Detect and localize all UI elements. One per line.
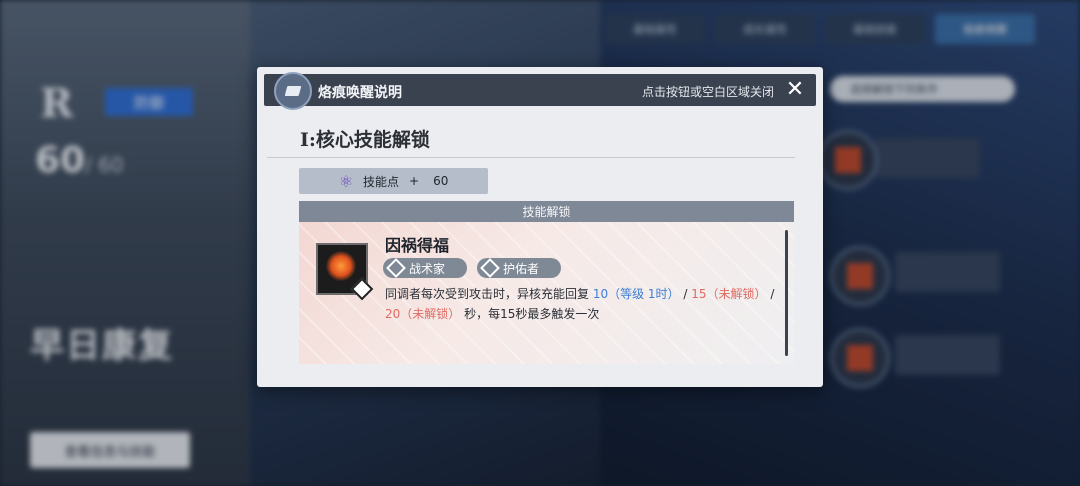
skill-name: 因祸得福	[385, 236, 450, 255]
scrollbar[interactable]	[785, 230, 788, 356]
skill-icon	[316, 243, 374, 301]
skill-point-plus: +	[409, 174, 420, 188]
close-hint: 点击按钮或空白区域关闭	[641, 85, 774, 99]
separator: /	[766, 287, 775, 301]
divider	[267, 157, 795, 158]
unlock-header: 技能解锁	[299, 201, 794, 222]
tag-guardian: 护佑者	[477, 258, 561, 278]
close-icon[interactable]: ✕	[784, 79, 806, 101]
dialog-title: 烙痕唤醒说明	[318, 85, 402, 101]
tag-label: 战术家	[409, 261, 446, 276]
diamond-icon	[386, 258, 406, 278]
dialog-header: 烙痕唤醒说明 点击按钮或空白区域关闭 ✕	[264, 72, 816, 110]
diamond-icon	[480, 258, 500, 278]
skill-description: 同调者每次受到攻击时，异核充能回复 10（等级 1时） / 15（未解锁） / …	[385, 284, 775, 324]
unlock-content: 因祸得福 战术家 护佑者 同调者每次受到攻击时，异核充能回复 10（等级 1时）…	[299, 222, 794, 364]
value-level1: 10（等级 1时）	[592, 287, 680, 301]
value-locked-3: 20（未解锁）	[385, 307, 461, 321]
skill-point-label: 技能点	[363, 174, 400, 189]
skill-point-value: 60	[433, 174, 449, 188]
desc-suffix: 秒，每15秒最多触发一次	[460, 307, 600, 321]
atom-icon: ⚛	[338, 171, 354, 191]
burst-icon	[326, 251, 356, 281]
tag-tactician: 战术家	[383, 258, 467, 278]
skill-point-bar: ⚛ 技能点 + 60	[299, 168, 488, 194]
desc-prefix: 同调者每次受到攻击时，异核充能回复	[385, 287, 593, 301]
book-icon	[274, 72, 312, 110]
tag-label: 护佑者	[503, 261, 540, 276]
value-locked-2: 15（未解锁）	[691, 287, 767, 301]
section-title: I:核心技能解锁	[300, 129, 430, 151]
separator: /	[679, 287, 692, 301]
imprint-awaken-dialog: 烙痕唤醒说明 点击按钮或空白区域关闭 ✕ I:核心技能解锁 ⚛ 技能点 + 60…	[257, 67, 823, 387]
